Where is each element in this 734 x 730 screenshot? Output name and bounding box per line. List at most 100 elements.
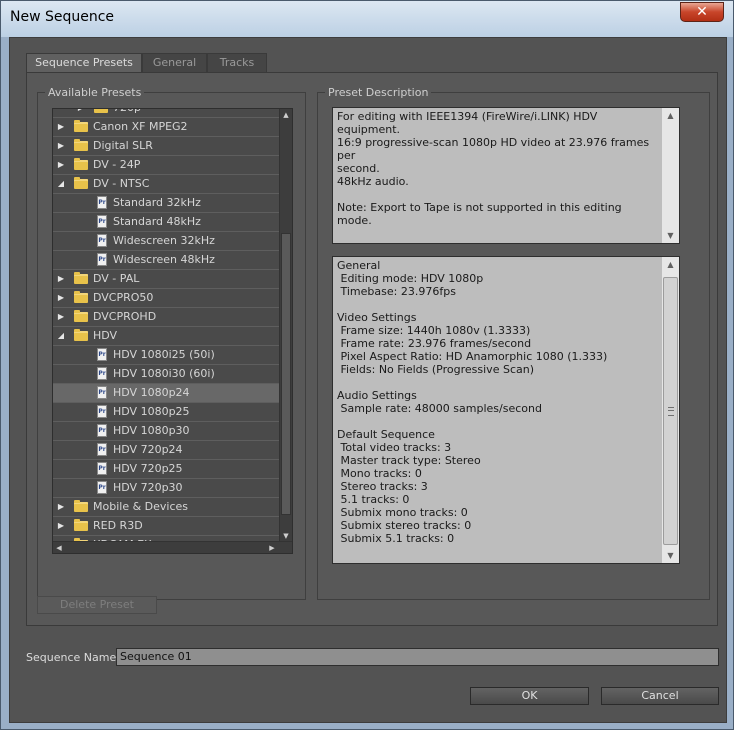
tree-preset-item[interactable]: Pr Standard 48kHz	[53, 213, 279, 232]
tree-item-label: HDV 1080p30	[113, 424, 190, 437]
tree-item-label: HDV	[93, 329, 118, 342]
scroll-down-icon[interactable]: ▼	[662, 548, 679, 563]
expanded-arrow-icon[interactable]: ◢	[56, 327, 66, 345]
collapsed-arrow-icon[interactable]: ▶	[56, 270, 66, 288]
window-title: New Sequence	[10, 9, 115, 25]
folder-icon	[74, 272, 88, 284]
scroll-right-icon[interactable]: ▶	[266, 542, 278, 553]
tree-preset-item[interactable]: Pr HDV 1080p25	[53, 403, 279, 422]
details-scroll-thumb[interactable]	[663, 277, 678, 545]
scroll-down-icon[interactable]: ▼	[662, 228, 679, 243]
tree-item-label: 720p	[113, 109, 141, 117]
preset-file-icon: Pr	[97, 443, 107, 456]
preset-file-icon: Pr	[97, 234, 107, 247]
tree-preset-item[interactable]: Pr Widescreen 32kHz	[53, 232, 279, 251]
tab-tracks[interactable]: Tracks	[207, 53, 267, 72]
close-icon: ✕	[696, 4, 708, 20]
tree-folder-item[interactable]: ▶ DVCPROHD	[53, 308, 279, 327]
collapsed-arrow-icon[interactable]: ▶	[56, 498, 66, 516]
folder-icon	[74, 139, 88, 151]
title-bar[interactable]: New Sequence ✕	[1, 1, 733, 37]
tab-general[interactable]: General	[142, 53, 207, 72]
close-button[interactable]: ✕	[680, 2, 724, 22]
folder-icon	[74, 177, 88, 189]
collapsed-arrow-icon[interactable]: ▶	[56, 137, 66, 155]
tree-preset-item[interactable]: Pr HDV 1080i30 (60i)	[53, 365, 279, 384]
tree-folder-item[interactable]: ▶ DV - 24P	[53, 156, 279, 175]
sequence-name-label: Sequence Name:	[26, 651, 120, 664]
tree-preset-item[interactable]: Pr HDV 1080p24	[53, 384, 279, 403]
delete-preset-button[interactable]: Delete Preset	[37, 596, 157, 614]
collapsed-arrow-icon[interactable]: ▶	[56, 308, 66, 326]
grip-icon	[668, 407, 674, 416]
tree-preset-item[interactable]: Pr HDV 1080i25 (50i)	[53, 346, 279, 365]
tree-preset-item[interactable]: Pr HDV 1080p30	[53, 422, 279, 441]
ok-button[interactable]: OK	[470, 687, 589, 705]
collapsed-arrow-icon[interactable]: ▶	[76, 109, 86, 117]
collapsed-arrow-icon[interactable]: ▶	[56, 517, 66, 535]
description-scrollbar[interactable]: ▲ ▼	[661, 108, 679, 243]
folder-icon	[94, 109, 108, 113]
tree-item-label: Standard 48kHz	[113, 215, 201, 228]
tree-folder-item[interactable]: ▶ DVCPRO50	[53, 289, 279, 308]
tree-item-label: HDV 1080p25	[113, 405, 190, 418]
tree-scroll-thumb[interactable]	[281, 233, 291, 515]
tree-horizontal-scrollbar[interactable]: ◀ ▶	[53, 541, 292, 553]
collapsed-arrow-icon[interactable]: ▶	[56, 156, 66, 174]
tree-preset-item[interactable]: Pr HDV 720p24	[53, 441, 279, 460]
tree-folder-item[interactable]: ◢ DV - NTSC	[53, 175, 279, 194]
preset-file-icon: Pr	[97, 196, 107, 209]
tree-folder-item[interactable]: ▶ Mobile & Devices	[53, 498, 279, 517]
tree-item-label: DV - NTSC	[93, 177, 150, 190]
preset-file-icon: Pr	[97, 424, 107, 437]
folder-icon	[74, 291, 88, 303]
folder-icon	[74, 120, 88, 132]
tree-preset-item[interactable]: Pr Widescreen 48kHz	[53, 251, 279, 270]
folder-icon	[74, 310, 88, 322]
tree-folder-item[interactable]: ◢ HDV	[53, 327, 279, 346]
tree-item-label: Mobile & Devices	[93, 500, 189, 513]
cancel-button[interactable]: Cancel	[601, 687, 719, 705]
preset-file-icon: Pr	[97, 348, 107, 361]
tree-item-label: HDV 1080p24	[113, 386, 190, 399]
collapsed-arrow-icon[interactable]: ▶	[56, 118, 66, 136]
preset-details-box[interactable]: General Editing mode: HDV 1080p Timebase…	[332, 256, 680, 564]
preset-file-icon: Pr	[97, 215, 107, 228]
scroll-left-icon[interactable]: ◀	[53, 542, 65, 553]
expanded-arrow-icon[interactable]: ◢	[56, 175, 66, 193]
preset-description-text: For editing with IEEE1394 (FireWire/i.LI…	[337, 110, 650, 227]
tree-folder-item[interactable]: ▶ Canon XF MPEG2	[53, 118, 279, 137]
tree-item-label: Standard 32kHz	[113, 196, 201, 209]
tree-preset-item[interactable]: Pr Standard 32kHz	[53, 194, 279, 213]
scroll-up-icon[interactable]: ▲	[280, 109, 292, 121]
tree-item-label: DVCPRO50	[93, 291, 154, 304]
preset-description-label: Preset Description	[325, 86, 432, 100]
preset-description-box[interactable]: For editing with IEEE1394 (FireWire/i.LI…	[332, 107, 680, 244]
preset-details-text: General Editing mode: HDV 1080p Timebase…	[337, 259, 608, 545]
tree-item-label: RED R3D	[93, 519, 143, 532]
tree-preset-item[interactable]: Pr HDV 720p30	[53, 479, 279, 498]
details-scrollbar[interactable]: ▲ ▼	[661, 257, 679, 563]
tree-item-label: HDV 720p30	[113, 481, 183, 494]
scroll-up-icon[interactable]: ▲	[662, 257, 679, 272]
tree-folder-item[interactable]: ▶ DV - PAL	[53, 270, 279, 289]
new-sequence-window: New Sequence ✕ Sequence Presets General …	[0, 0, 734, 730]
preset-file-icon: Pr	[97, 462, 107, 475]
folder-icon	[74, 500, 88, 512]
tree-item-label: Canon XF MPEG2	[93, 120, 188, 133]
tree-folder-item[interactable]: ▶ RED R3D	[53, 517, 279, 536]
preset-tree[interactable]: ▶ 720p ▶ Canon XF MPEG2 ▶ Digital SLR ▶ DV - 24…	[52, 108, 293, 554]
tree-item-label: DV - 24P	[93, 158, 141, 171]
tree-item-label: HDV 720p25	[113, 462, 183, 475]
folder-icon	[74, 519, 88, 531]
tree-preset-item[interactable]: Pr HDV 720p25	[53, 460, 279, 479]
collapsed-arrow-icon[interactable]: ▶	[56, 289, 66, 307]
tree-vertical-scrollbar[interactable]: ▲ ▼	[279, 109, 292, 542]
available-presets-label: Available Presets	[45, 86, 145, 100]
tree-folder-item[interactable]: ▶ 720p	[53, 109, 279, 118]
tree-folder-item[interactable]: ▶ Digital SLR	[53, 137, 279, 156]
folder-icon	[74, 158, 88, 170]
tab-sequence-presets[interactable]: Sequence Presets	[26, 53, 142, 73]
scroll-up-icon[interactable]: ▲	[662, 108, 679, 123]
sequence-name-input[interactable]: Sequence 01	[116, 648, 719, 666]
